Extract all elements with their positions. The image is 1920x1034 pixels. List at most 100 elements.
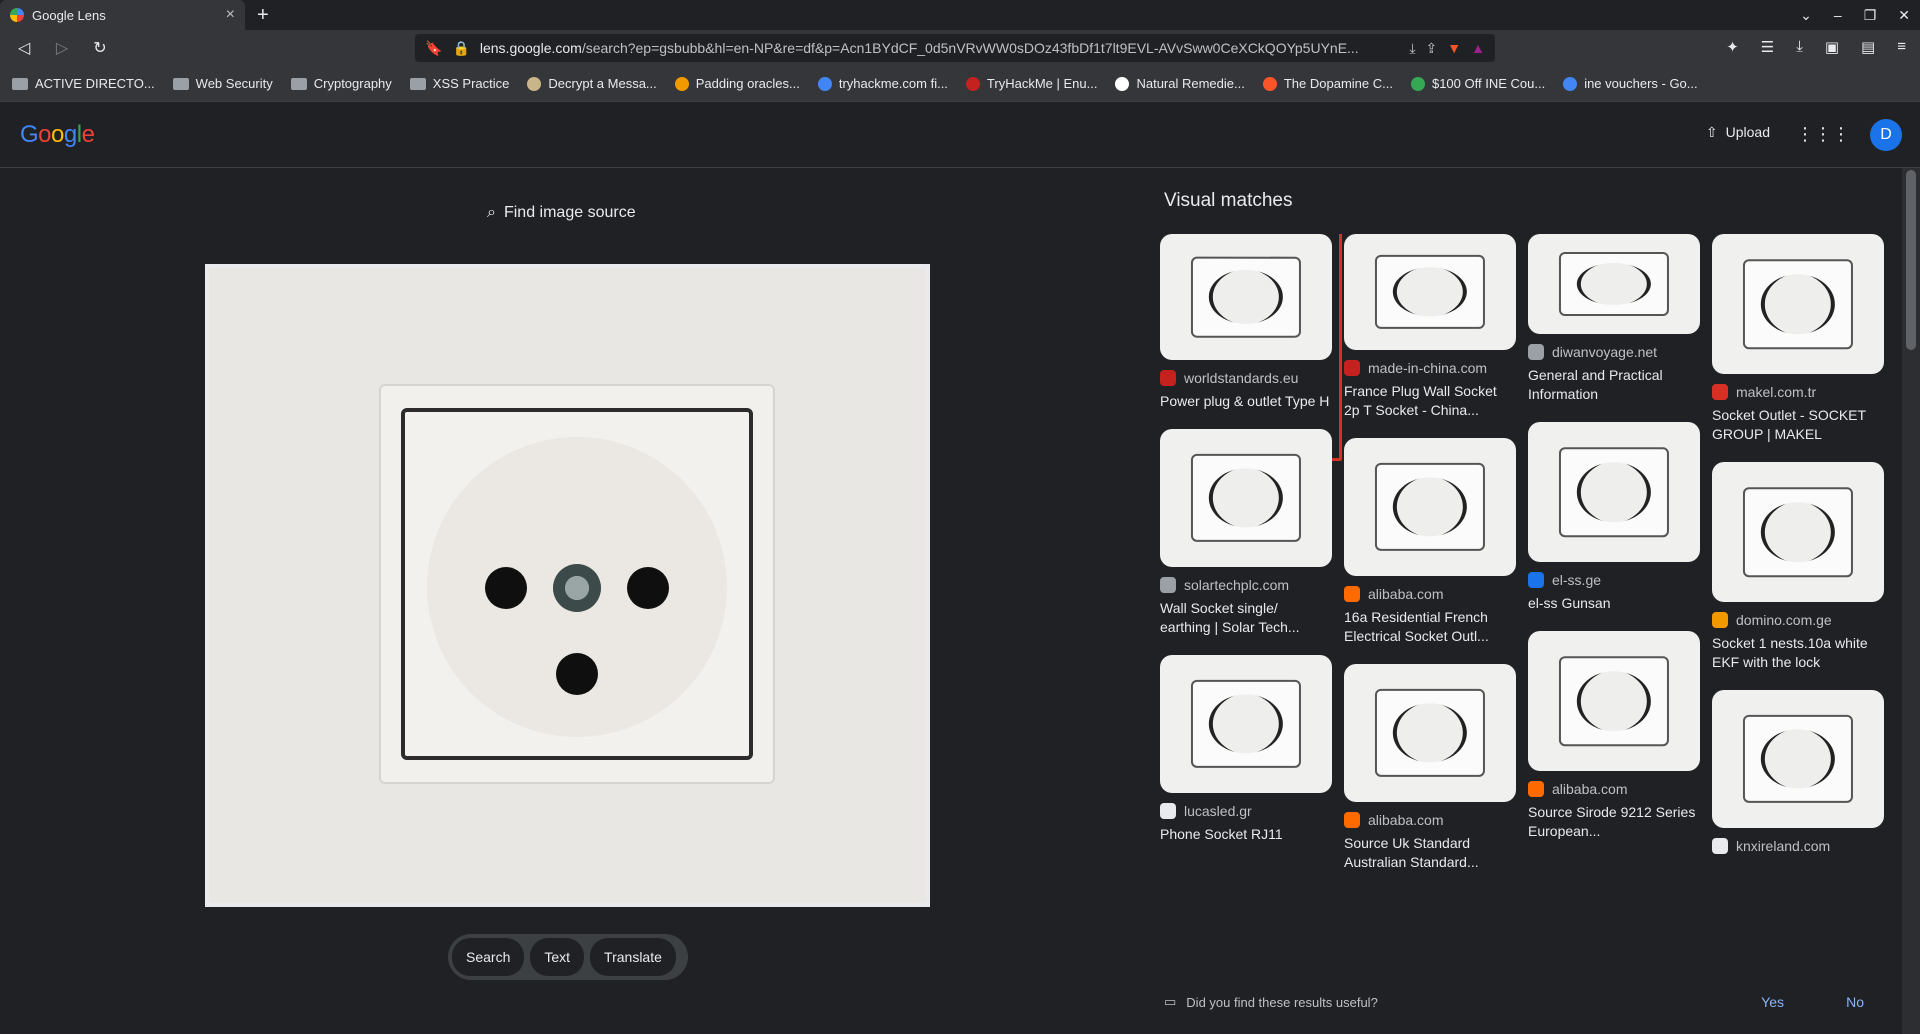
result-title[interactable]: Wall Socket single/ earthing | Solar Tec…: [1160, 599, 1332, 637]
menu-icon[interactable]: ≡: [1897, 38, 1906, 56]
result-thumbnail[interactable]: [1528, 234, 1700, 334]
result-source[interactable]: makel.com.tr: [1712, 384, 1884, 400]
bookmark-item[interactable]: tryhackme.com fi...: [817, 76, 948, 91]
result-title[interactable]: Source Uk Standard Australian Standard..…: [1344, 834, 1516, 872]
install-icon[interactable]: ⤓: [1409, 40, 1415, 57]
reload-icon[interactable]: ↻: [88, 38, 112, 58]
result-source[interactable]: alibaba.com: [1344, 812, 1516, 828]
close-tab-icon[interactable]: ×: [226, 6, 235, 24]
scrollbar-thumb[interactable]: [1906, 170, 1916, 350]
address-bar[interactable]: 🔖 🔒 lens.google.com/search?ep=gsbubb&hl=…: [415, 34, 1495, 62]
result-source-name: makel.com.tr: [1736, 384, 1817, 400]
result-card[interactable]: lucasled.gr Phone Socket RJ11: [1160, 655, 1332, 844]
site-favicon-icon: [1160, 370, 1176, 386]
result-card[interactable]: solartechplc.com Wall Socket single/ eart…: [1160, 429, 1332, 637]
result-card[interactable]: knxireland.com: [1712, 690, 1884, 854]
result-thumbnail[interactable]: [1344, 234, 1516, 350]
bookmark-page-icon[interactable]: 🔖: [425, 40, 442, 57]
bookmark-item[interactable]: TryHackMe | Enu...: [965, 76, 1097, 91]
downloads-icon[interactable]: ⤓: [1796, 38, 1803, 56]
find-image-source-button[interactable]: ⌕ Find image source: [487, 204, 636, 222]
sidebar-icon[interactable]: ▣: [1825, 38, 1839, 56]
brave-rewards-icon[interactable]: ▲: [1471, 40, 1485, 56]
restore-icon[interactable]: ❐: [1864, 7, 1877, 24]
bookmark-item[interactable]: The Dopamine C...: [1262, 76, 1393, 91]
browser-tab[interactable]: Google Lens ×: [0, 0, 245, 30]
result-thumbnail[interactable]: [1344, 438, 1516, 576]
result-card[interactable]: diwanvoyage.net General and Practical Inf…: [1528, 234, 1700, 404]
result-source[interactable]: knxireland.com: [1712, 838, 1884, 854]
minimize-icon[interactable]: –: [1834, 7, 1842, 23]
share-icon[interactable]: ⇪: [1426, 40, 1438, 57]
reading-list-icon[interactable]: ☰: [1761, 38, 1774, 56]
result-source[interactable]: alibaba.com: [1344, 586, 1516, 602]
result-title[interactable]: Source Sirode 9212 Series European...: [1528, 803, 1700, 841]
result-source[interactable]: worldstandards.eu: [1160, 370, 1332, 386]
avatar[interactable]: D: [1870, 119, 1902, 151]
result-thumbnail[interactable]: [1344, 664, 1516, 802]
result-source[interactable]: lucasled.gr: [1160, 803, 1332, 819]
bookmark-item[interactable]: XSS Practice: [409, 76, 509, 91]
extensions-icon[interactable]: ✦: [1726, 38, 1739, 56]
google-logo[interactable]: Google: [20, 121, 95, 149]
result-title[interactable]: Phone Socket RJ11: [1160, 825, 1332, 844]
bookmark-item[interactable]: Decrypt a Messa...: [527, 76, 657, 91]
new-tab-icon[interactable]: +: [257, 4, 269, 27]
result-title[interactable]: France Plug Wall Socket 2p T Socket - Ch…: [1344, 382, 1516, 420]
text-mode-button[interactable]: Text: [530, 938, 585, 976]
bookmark-item[interactable]: Natural Remedie...: [1115, 76, 1245, 91]
feedback-no-button[interactable]: No: [1846, 994, 1864, 1010]
url-text[interactable]: lens.google.com/search?ep=gsbubb&hl=en-N…: [480, 40, 1399, 56]
bookmark-item[interactable]: ACTIVE DIRECTO...: [12, 76, 155, 91]
lock-icon[interactable]: 🔒: [452, 40, 469, 57]
result-title[interactable]: Socket Outlet - SOCKET GROUP | MAKEL: [1712, 406, 1884, 444]
wallet-icon[interactable]: ▤: [1861, 38, 1875, 56]
result-thumbnail[interactable]: [1712, 234, 1884, 374]
result-thumbnail[interactable]: [1712, 462, 1884, 602]
result-source[interactable]: made-in-china.com: [1344, 360, 1516, 376]
result-card[interactable]: alibaba.com 16a Residential French Electr…: [1344, 438, 1516, 646]
close-window-icon[interactable]: ✕: [1898, 7, 1910, 24]
result-card[interactable]: worldstandards.eu Power plug & outlet Typ…: [1160, 234, 1342, 461]
bookmark-item[interactable]: $100 Off INE Cou...: [1410, 76, 1545, 91]
result-thumbnail[interactable]: [1160, 234, 1332, 360]
result-source[interactable]: solartechplc.com: [1160, 577, 1332, 593]
bookmark-item[interactable]: Cryptography: [290, 76, 392, 91]
result-card[interactable]: alibaba.com Source Sirode 9212 Series Eur…: [1528, 631, 1700, 841]
tab-search-icon[interactable]: ⌄: [1800, 7, 1812, 24]
result-title[interactable]: Socket 1 nests.10a white EKF with the lo…: [1712, 634, 1884, 672]
result-card[interactable]: domino.com.ge Socket 1 nests.10a white EK…: [1712, 462, 1884, 672]
result-source[interactable]: el-ss.ge: [1528, 572, 1700, 588]
bookmark-item[interactable]: ine vouchers - Go...: [1563, 76, 1698, 91]
result-thumbnail[interactable]: [1160, 655, 1332, 793]
result-source[interactable]: domino.com.ge: [1712, 612, 1884, 628]
result-thumbnail[interactable]: [1160, 429, 1332, 567]
search-mode-button[interactable]: Search: [452, 938, 525, 976]
result-source[interactable]: diwanvoyage.net: [1528, 344, 1700, 360]
query-image-crop[interactable]: [205, 264, 930, 907]
result-card[interactable]: el-ss.ge el-ss Gunsan: [1528, 422, 1700, 613]
result-card[interactable]: made-in-china.com France Plug Wall Socket…: [1344, 234, 1516, 420]
result-thumbnail[interactable]: [1712, 690, 1884, 828]
apps-grid-icon[interactable]: ⋮⋮⋮: [1796, 124, 1850, 145]
back-icon[interactable]: ◁: [12, 38, 36, 58]
result-thumbnail[interactable]: [1528, 631, 1700, 771]
result-title[interactable]: el-ss Gunsan: [1528, 594, 1700, 613]
scrollbar[interactable]: [1902, 168, 1920, 1034]
translate-mode-button[interactable]: Translate: [590, 938, 676, 976]
result-source[interactable]: alibaba.com: [1528, 781, 1700, 797]
forward-icon[interactable]: ▷: [50, 38, 74, 58]
result-thumbnail[interactable]: [1528, 422, 1700, 562]
bookmark-item[interactable]: Padding oracles...: [674, 76, 800, 91]
result-title[interactable]: 16a Residential French Electrical Socket…: [1344, 608, 1516, 646]
bookmark-item[interactable]: Web Security: [172, 76, 273, 91]
upload-button[interactable]: ⇧ Upload: [1706, 124, 1770, 141]
result-card[interactable]: alibaba.com Source Uk Standard Australian…: [1344, 664, 1516, 872]
brave-shield-icon[interactable]: ▼: [1447, 40, 1461, 56]
brave-icon: [1262, 76, 1277, 91]
result-card[interactable]: makel.com.tr Socket Outlet - SOCKET GROUP…: [1712, 234, 1884, 444]
result-title[interactable]: Power plug & outlet Type H: [1160, 392, 1332, 411]
feedback-yes-button[interactable]: Yes: [1761, 994, 1784, 1010]
window-controls: ⌄ – ❐ ✕: [1800, 0, 1910, 30]
result-title[interactable]: General and Practical Information: [1528, 366, 1700, 404]
